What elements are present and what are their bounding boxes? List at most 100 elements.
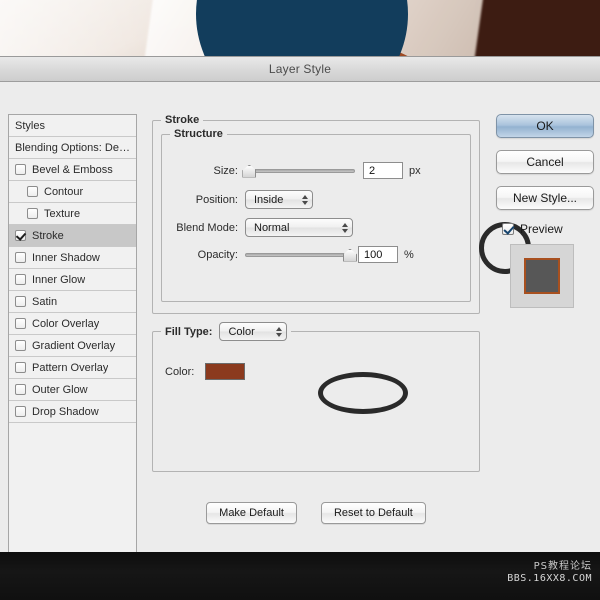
styles-list[interactable]: Styles Blending Options: Default Bevel & E…: [8, 114, 137, 564]
size-slider[interactable]: [242, 164, 355, 178]
dialog-titlebar[interactable]: Layer Style: [0, 57, 600, 82]
checkbox-icon[interactable]: [15, 340, 26, 351]
chevron-updown-icon: [276, 326, 283, 337]
styles-list-item-label: Styles: [15, 119, 45, 132]
screen: 20% Layer Style Styles Blending Options: …: [0, 0, 600, 600]
styles-list-item-label: Outer Glow: [32, 383, 88, 396]
fill-type-select[interactable]: Color: [219, 322, 288, 341]
checkbox-icon[interactable]: [15, 252, 26, 263]
dialog-title: Layer Style: [268, 62, 332, 76]
checkbox-icon[interactable]: [15, 296, 26, 307]
checkbox-icon[interactable]: [15, 362, 26, 373]
opacity-label: Opacity:: [197, 248, 238, 261]
styles-list-item-drop-shadow[interactable]: Drop Shadow: [9, 401, 136, 423]
chevron-updown-icon: [302, 194, 308, 205]
blend-mode-label: Blend Mode:: [176, 221, 238, 234]
blend-mode-select[interactable]: Normal: [245, 218, 353, 237]
styles-list-item-label: Drop Shadow: [32, 405, 99, 418]
styles-list-item-inner-shadow[interactable]: Inner Shadow: [9, 247, 136, 269]
styles-list-item-stroke[interactable]: Stroke: [9, 225, 136, 247]
styles-list-item-label: Color Overlay: [32, 317, 100, 330]
opacity-row: Opacity: 100 %: [162, 246, 414, 263]
fill-type-group: Fill Type: Color Color:: [152, 322, 480, 472]
checkbox-icon[interactable]: [15, 274, 26, 285]
checkbox-icon[interactable]: [27, 186, 38, 197]
size-slider-thumb[interactable]: [242, 164, 257, 178]
background-artwork: 20%: [0, 0, 600, 62]
styles-list-item-label: Texture: [44, 207, 81, 220]
styles-list-item-color-overlay[interactable]: Color Overlay: [9, 313, 136, 335]
watermark-line-1: PS教程论坛: [533, 561, 592, 572]
styles-list-item-label: Inner Shadow: [32, 251, 100, 264]
styles-list-item-blending-options-default[interactable]: Blending Options: Default: [9, 137, 136, 159]
checkbox-icon[interactable]: [27, 208, 38, 219]
checkbox-icon[interactable]: [502, 223, 514, 235]
fill-type-legend: Fill Type: Color: [161, 322, 291, 341]
checkbox-icon[interactable]: [15, 384, 26, 395]
styles-list-item-label: Contour: [44, 185, 84, 198]
background-discount-badge: 20%: [196, 0, 408, 62]
opacity-slider[interactable]: [245, 248, 357, 262]
styles-list-item-label: Gradient Overlay: [32, 339, 116, 352]
styles-list-item-inner-glow[interactable]: Inner Glow: [9, 269, 136, 291]
size-row: Size: 2 px: [162, 162, 421, 179]
size-unit: px: [409, 164, 421, 177]
styles-list-item-label: Bevel & Emboss: [32, 163, 113, 176]
position-select-value: Inside: [254, 193, 284, 206]
color-swatch[interactable]: [205, 363, 245, 380]
position-select[interactable]: Inside: [245, 190, 313, 209]
styles-list-item-pattern-overlay[interactable]: Pattern Overlay: [9, 357, 136, 379]
styles-list-item-label: Blending Options: Default: [15, 141, 130, 154]
position-row: Position: Inside: [162, 190, 313, 209]
blend-mode-select-value: Normal: [254, 221, 290, 234]
dialog-body: Styles Blending Options: Default Bevel & E…: [0, 82, 600, 564]
styles-list-item-label: Satin: [32, 295, 58, 308]
preview-checkbox-row[interactable]: Preview: [502, 222, 592, 236]
opacity-slider-track[interactable]: [245, 252, 350, 257]
styles-list-item-contour[interactable]: Contour: [9, 181, 136, 203]
checkbox-checked-icon[interactable]: [15, 230, 26, 241]
styles-list-item-label: Stroke: [32, 229, 64, 242]
styles-list-item-texture[interactable]: Texture: [9, 203, 136, 225]
preview-thumbnail: [510, 244, 574, 308]
opacity-unit: %: [404, 248, 414, 261]
styles-list-item-label: Pattern Overlay: [32, 361, 109, 374]
checkbox-icon[interactable]: [15, 318, 26, 329]
structure-group: Structure Size: 2 px Position: Inside Bl…: [161, 128, 471, 302]
watermark: PS教程论坛 BBS.16XX8.COM: [507, 561, 592, 584]
checkbox-icon[interactable]: [15, 406, 26, 417]
make-default-button[interactable]: Make Default: [206, 502, 297, 524]
structure-group-label: Structure: [174, 128, 223, 140]
styles-list-item-gradient-overlay[interactable]: Gradient Overlay: [9, 335, 136, 357]
stroke-settings-panel: Stroke Structure Size: 2 px Position: In…: [152, 114, 531, 564]
size-label: Size:: [213, 164, 238, 177]
footer-button-bar: Make Default Reset to Default: [152, 502, 480, 524]
styles-list-item-styles[interactable]: Styles: [9, 115, 136, 137]
preview-thumbnail-shape: [524, 258, 560, 294]
preview-label: Preview: [520, 222, 563, 236]
cancel-button[interactable]: Cancel: [496, 150, 594, 174]
fill-type-select-value: Color: [228, 325, 255, 338]
opacity-input[interactable]: 100: [358, 246, 398, 263]
blend-mode-row: Blend Mode: Normal: [162, 218, 353, 237]
size-input[interactable]: 2: [363, 162, 403, 179]
checkbox-icon[interactable]: [15, 164, 26, 175]
chevron-updown-icon: [342, 222, 348, 233]
dialog-actions: OK Cancel New Style... Preview: [496, 114, 594, 308]
color-label: Color:: [165, 365, 195, 378]
position-label: Position:: [195, 193, 238, 206]
size-slider-track[interactable]: [245, 168, 355, 173]
styles-list-item-label: Inner Glow: [32, 273, 86, 286]
opacity-slider-thumb[interactable]: [343, 248, 357, 262]
color-row: Color:: [165, 363, 245, 380]
new-style-button[interactable]: New Style...: [496, 186, 594, 210]
styles-list-item-bevel-emboss[interactable]: Bevel & Emboss: [9, 159, 136, 181]
stroke-group-label: Stroke: [165, 114, 200, 126]
ok-button[interactable]: OK: [496, 114, 594, 138]
fill-type-label: Fill Type:: [165, 325, 213, 338]
styles-list-item-satin[interactable]: Satin: [9, 291, 136, 313]
watermark-line-2: BBS.16XX8.COM: [507, 572, 592, 584]
styles-list-item-outer-glow[interactable]: Outer Glow: [9, 379, 136, 401]
layer-style-dialog: Layer Style Styles Blending Options: Defa…: [0, 56, 600, 564]
reset-to-default-button[interactable]: Reset to Default: [320, 502, 426, 524]
